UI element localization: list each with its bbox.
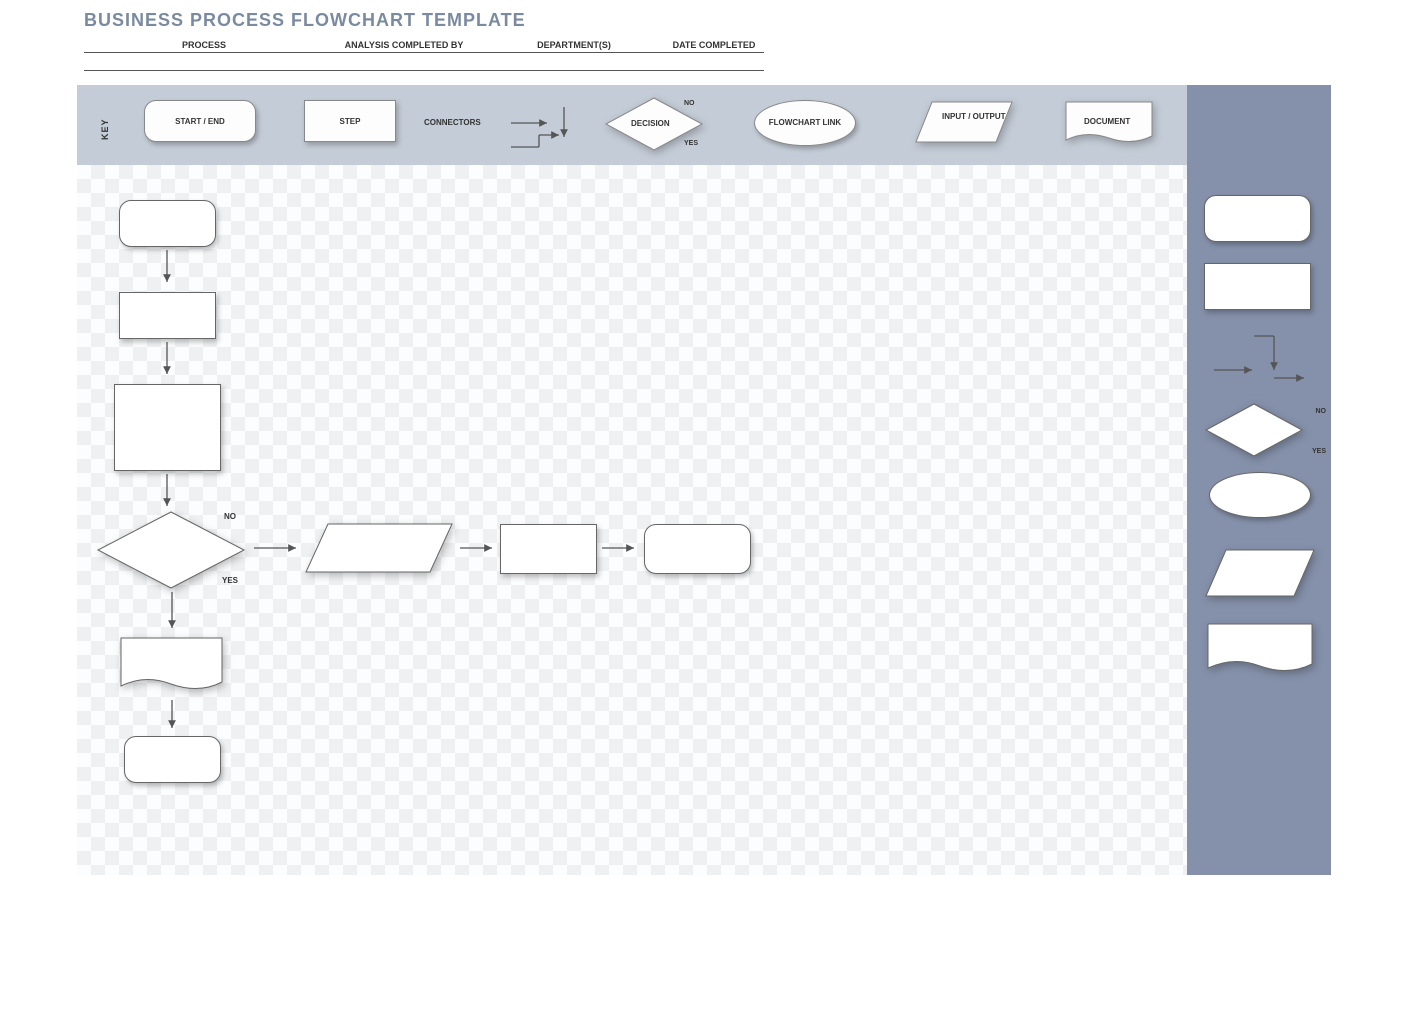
key-shape-start-end[interactable]: START / END xyxy=(144,100,256,142)
header-line xyxy=(484,70,664,71)
palette-shape-document[interactable] xyxy=(1206,622,1314,678)
canvas-shape-start[interactable] xyxy=(119,200,216,247)
canvas-shape-step[interactable] xyxy=(119,292,216,339)
key-shape-label: START / END xyxy=(145,101,255,141)
header-label-date: DATE COMPLETED xyxy=(664,40,764,50)
key-shape-label: FLOWCHART LINK xyxy=(755,101,855,145)
canvas-decision-yes: YES xyxy=(222,576,238,585)
header-label-analysis: ANALYSIS COMPLETED BY xyxy=(324,40,484,50)
header-line xyxy=(664,70,764,71)
key-label-connectors: CONNECTORS xyxy=(424,118,481,127)
canvas-decision-no: NO xyxy=(224,512,236,521)
canvas-shape-end[interactable] xyxy=(124,736,221,783)
arrow-down-icon xyxy=(159,248,175,288)
palette-shape-parallelogram[interactable] xyxy=(1204,548,1316,598)
key-shape-label: DECISION xyxy=(631,119,670,128)
canvas-shape-document[interactable] xyxy=(119,636,224,696)
key-decision-no: NO xyxy=(684,100,695,107)
header-line xyxy=(664,52,764,53)
key-label: KEY xyxy=(100,118,110,140)
canvas-shape-terminator[interactable] xyxy=(644,524,751,574)
key-connectors-icon[interactable] xyxy=(499,95,579,155)
header-line xyxy=(324,70,484,71)
palette-heading: COPY AND PASTE BLANK ICONS BELOW xyxy=(1187,22,1331,63)
header-line xyxy=(324,52,484,53)
key-decision-yes: YES xyxy=(684,140,698,147)
key-shape-label: STEP xyxy=(305,101,395,141)
key-shape-label: DOCUMENT xyxy=(1084,117,1130,126)
key-shape-input-output[interactable] xyxy=(914,100,1014,144)
key-shape-flowchart-link[interactable]: FLOWCHART LINK xyxy=(754,100,856,146)
arrow-right-icon xyxy=(458,540,498,556)
palette-heading-line: BLANK ICONS xyxy=(1221,36,1297,48)
arrow-down-icon xyxy=(159,340,175,380)
key-shape-step[interactable]: STEP xyxy=(304,100,396,142)
arrow-down-icon xyxy=(164,698,180,734)
palette-shape-decision[interactable] xyxy=(1204,402,1314,458)
palette-connectors-icon[interactable] xyxy=(1204,330,1314,390)
header-label-process: PROCESS xyxy=(84,40,324,50)
palette-heading-line: BELOW xyxy=(1239,50,1280,62)
palette-shape-rect[interactable] xyxy=(1204,263,1311,310)
header-line xyxy=(84,70,324,71)
palette-decision-yes: YES xyxy=(1312,448,1326,455)
palette-shape-rounded[interactable] xyxy=(1204,195,1311,242)
header-label-departments: DEPARTMENT(S) xyxy=(484,40,664,50)
arrow-down-icon xyxy=(159,472,175,512)
arrow-right-icon xyxy=(252,540,302,556)
key-shape-label: INPUT / OUTPUT xyxy=(942,113,1006,122)
canvas-shape-step[interactable] xyxy=(500,524,597,574)
palette-heading-line: COPY AND PASTE xyxy=(1211,22,1307,34)
page-title: BUSINESS PROCESS FLOWCHART TEMPLATE xyxy=(84,10,526,31)
arrow-right-icon xyxy=(600,540,640,556)
canvas-shape-process[interactable] xyxy=(114,384,221,471)
header-line xyxy=(484,52,664,53)
palette-shape-ellipse[interactable] xyxy=(1209,472,1311,518)
canvas-shape-io[interactable] xyxy=(304,522,454,574)
palette-decision-no: NO xyxy=(1316,408,1327,415)
arrow-down-icon xyxy=(164,590,180,634)
header-line xyxy=(84,52,324,53)
